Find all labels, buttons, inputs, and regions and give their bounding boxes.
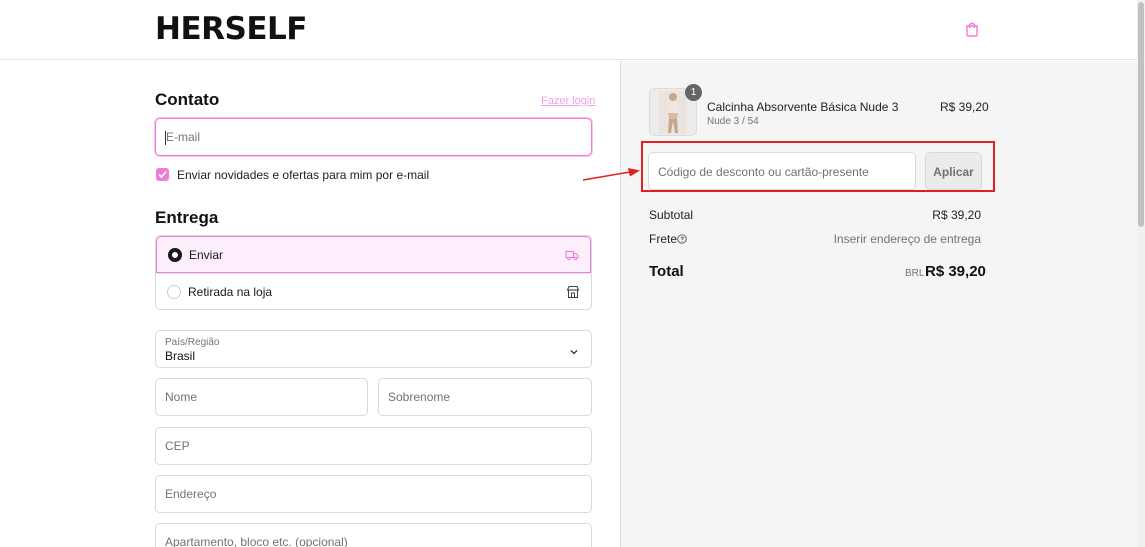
- shipping-value: Inserir endereço de entrega: [833, 232, 981, 246]
- subtotal-label: Subtotal: [649, 208, 694, 222]
- header: HERSELF: [0, 0, 1137, 60]
- info-icon[interactable]: [677, 232, 687, 244]
- shopping-bag-icon[interactable]: [963, 20, 981, 38]
- email-placeholder: E-mail: [166, 130, 201, 144]
- delivery-option-pickup[interactable]: Retirada na loja: [156, 273, 591, 309]
- truck-icon: [565, 248, 579, 262]
- delivery-heading: Entrega: [155, 208, 219, 227]
- shipping-label: Frete: [649, 232, 678, 246]
- apartment-field[interactable]: Apartamento, bloco etc. (opcional): [155, 523, 592, 547]
- last-name-field[interactable]: Sobrenome: [378, 378, 592, 416]
- newsletter-checkbox[interactable]: [156, 168, 169, 181]
- total-value: R$ 39,20: [925, 263, 986, 280]
- last-name-placeholder: Sobrenome: [388, 390, 451, 404]
- login-link[interactable]: Fazer login: [541, 95, 595, 107]
- delivery-option-ship[interactable]: Enviar: [156, 236, 591, 273]
- annotation-highlight-box: [641, 141, 995, 192]
- total-label: Total: [649, 263, 684, 280]
- check-icon: [158, 170, 167, 179]
- delivery-method-group: Enviar Retirada na loja: [155, 235, 592, 310]
- country-select[interactable]: País/Região Brasil: [155, 330, 592, 368]
- total-currency: BRL: [905, 268, 925, 279]
- address-field[interactable]: Endereço: [155, 475, 592, 513]
- annotation-arrow: [582, 164, 642, 184]
- contact-heading: Contato: [155, 90, 220, 109]
- country-label: País/Região: [165, 337, 220, 348]
- page-scrollbar[interactable]: [1137, 0, 1145, 547]
- subtotal-value: R$ 39,20: [932, 208, 981, 222]
- pickup-label: Retirada na loja: [188, 285, 273, 299]
- ship-label: Enviar: [189, 248, 224, 262]
- first-name-field[interactable]: Nome: [155, 378, 368, 416]
- first-name-placeholder: Nome: [165, 390, 198, 404]
- quantity-badge: 1: [685, 84, 702, 101]
- product-image: [659, 91, 687, 134]
- product-variant: Nude 3 / 54: [707, 116, 759, 127]
- product-name: Calcinha Absorvente Básica Nude 3: [707, 100, 899, 114]
- newsletter-label: Enviar novidades e ofertas para mim por …: [177, 168, 430, 182]
- ship-radio[interactable]: [168, 248, 182, 262]
- store-logo[interactable]: HERSELF: [155, 11, 307, 47]
- scrollbar-thumb[interactable]: [1138, 2, 1144, 227]
- chevron-down-icon: [569, 345, 579, 355]
- store-icon: [566, 285, 580, 299]
- apartment-placeholder: Apartamento, bloco etc. (opcional): [165, 535, 348, 547]
- email-field[interactable]: E-mail: [155, 118, 592, 156]
- product-price: R$ 39,20: [940, 100, 989, 114]
- cep-placeholder: CEP: [165, 439, 190, 453]
- address-placeholder: Endereço: [165, 487, 217, 501]
- order-summary-panel: [620, 61, 1137, 547]
- pickup-radio[interactable]: [167, 285, 181, 299]
- cep-field[interactable]: CEP: [155, 427, 592, 465]
- country-value: Brasil: [165, 349, 196, 363]
